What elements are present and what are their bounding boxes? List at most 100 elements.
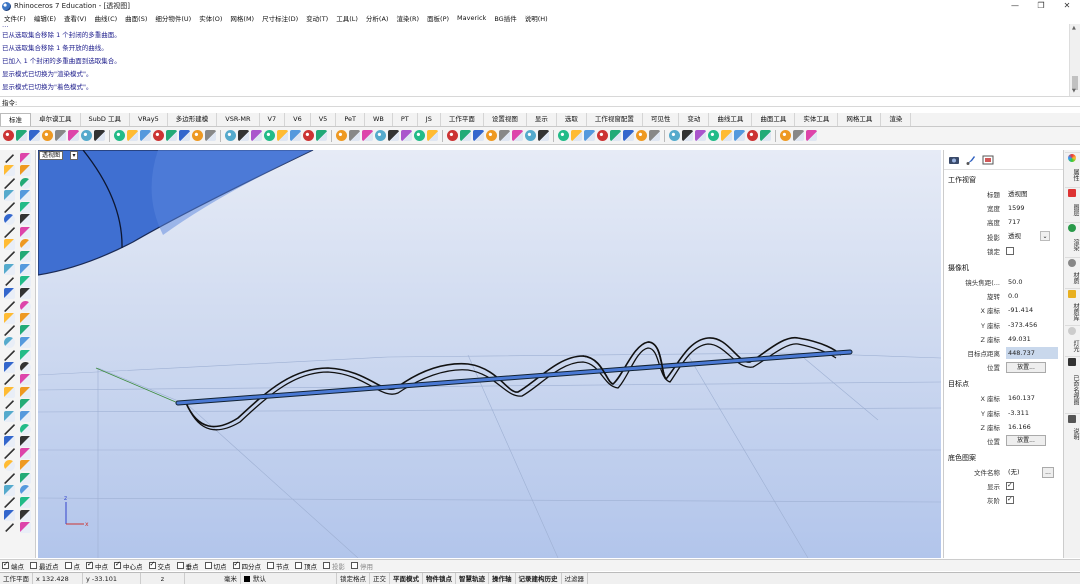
left-tool-icon[interactable]	[4, 362, 15, 374]
side-tab-named-views[interactable]: 已命名视图	[1065, 356, 1080, 412]
status-osnap[interactable]: 物件锁点	[423, 572, 456, 584]
toolbar-tool-icon[interactable]	[597, 130, 608, 141]
toolbar-tool-icon[interactable]	[127, 130, 138, 141]
tab-surface-tools[interactable]: 曲面工具	[752, 113, 796, 126]
toolbar-tool-icon[interactable]	[336, 130, 347, 141]
menu-view[interactable]: 查看(V)	[60, 13, 91, 23]
left-tool-icon[interactable]	[20, 275, 31, 287]
camera-x-field[interactable]: -91.414	[1006, 304, 1058, 316]
left-tool-icon[interactable]	[20, 226, 31, 238]
target-distance-field[interactable]: 448.737	[1006, 346, 1058, 359]
toolbar-tool-icon[interactable]	[264, 130, 275, 141]
left-tool-icon[interactable]	[4, 460, 15, 472]
toolbar-tool-icon[interactable]	[793, 130, 804, 141]
left-tool-icon[interactable]	[20, 386, 31, 398]
left-tool-icon[interactable]	[20, 398, 31, 410]
tab-js[interactable]: JS	[418, 113, 441, 126]
close-button[interactable]: ✕	[1054, 0, 1080, 12]
viewport-title-tab[interactable]: 透视图	[39, 151, 64, 160]
osnap-item[interactable]: 垂点	[176, 561, 199, 571]
tab-pt[interactable]: PT	[393, 113, 418, 126]
toolbar-tool-icon[interactable]	[290, 130, 301, 141]
projection-dropdown[interactable]: 透视 ⌄	[1006, 231, 1050, 242]
left-tool-icon[interactable]	[4, 312, 15, 324]
toolbar-tool-icon[interactable]	[388, 130, 399, 141]
toolbar-tool-icon[interactable]	[225, 130, 236, 141]
left-tool-icon[interactable]	[4, 485, 15, 497]
osnap-checkbox[interactable]	[64, 562, 72, 569]
toolbar-tool-icon[interactable]	[303, 130, 314, 141]
toolbar-tool-icon[interactable]	[16, 130, 27, 141]
left-tool-icon[interactable]	[4, 263, 15, 275]
toolbar-tool-icon[interactable]	[153, 130, 164, 141]
left-tool-icon[interactable]	[4, 153, 15, 164]
left-tool-icon[interactable]	[20, 189, 31, 201]
left-tool-icon[interactable]	[4, 386, 15, 398]
toolbar-tool-icon[interactable]	[375, 130, 386, 141]
toolbar-tool-icon[interactable]	[636, 130, 647, 141]
left-tool-icon[interactable]	[20, 165, 31, 177]
tab-v5[interactable]: V5	[311, 113, 337, 126]
menu-solid[interactable]: 实体(O)	[195, 13, 226, 23]
menu-subd[interactable]: 细分物件(U)	[151, 13, 195, 23]
toolbar-tool-icon[interactable]	[806, 130, 817, 141]
left-tool-icon[interactable]	[4, 411, 15, 423]
toolbar-tool-icon[interactable]	[94, 130, 105, 141]
toolbar-tool-icon[interactable]	[192, 130, 203, 141]
toolbar-tool-icon[interactable]	[734, 130, 745, 141]
toolbar-tool-icon[interactable]	[349, 130, 360, 141]
toolbar-tool-icon[interactable]	[486, 130, 497, 141]
menu-edit[interactable]: 编辑(E)	[30, 13, 60, 23]
left-tool-icon[interactable]	[20, 337, 31, 349]
locked-checkbox[interactable]	[1006, 246, 1014, 255]
left-tool-icon[interactable]	[4, 300, 15, 312]
tab-curve-tools[interactable]: 曲线工具	[709, 113, 753, 126]
left-tool-icon[interactable]	[20, 177, 31, 189]
minimize-button[interactable]: —	[1002, 0, 1028, 12]
left-tool-icon[interactable]	[4, 521, 15, 533]
left-tool-icon[interactable]	[20, 251, 31, 263]
left-tool-icon[interactable]	[4, 226, 15, 238]
osnap-checkbox[interactable]	[2, 560, 9, 569]
left-tool-icon[interactable]	[4, 398, 15, 410]
left-tool-icon[interactable]	[20, 521, 31, 533]
left-tool-icon[interactable]	[4, 472, 15, 484]
toolbar-tool-icon[interactable]	[277, 130, 288, 141]
status-gumball[interactable]: 操作轴	[489, 572, 516, 584]
left-tool-icon[interactable]	[4, 165, 15, 177]
left-tool-icon[interactable]	[20, 349, 31, 361]
status-record-history[interactable]: 记录建构历史	[516, 572, 562, 584]
toolbar-tool-icon[interactable]	[81, 130, 92, 141]
toolbar-tool-icon[interactable]	[747, 130, 758, 141]
tab-visibility[interactable]: 可见性	[643, 113, 680, 126]
left-tool-icon[interactable]	[4, 214, 15, 226]
toolbar-tool-icon[interactable]	[780, 130, 791, 141]
tab-vray5[interactable]: VRay5	[130, 113, 168, 126]
toolbar-tool-icon[interactable]	[166, 130, 177, 141]
osnap-checkbox[interactable]	[267, 562, 274, 569]
toolbar-tool-icon[interactable]	[695, 130, 706, 141]
left-tool-icon[interactable]	[4, 177, 15, 189]
osnap-item[interactable]: 交点	[148, 560, 171, 571]
menu-dimension[interactable]: 尺寸标注(D)	[258, 13, 302, 23]
menu-transform[interactable]: 变动(T)	[302, 13, 332, 23]
toolbar-tool-icon[interactable]	[205, 130, 216, 141]
toolbar-tool-icon[interactable]	[760, 130, 771, 141]
tab-display[interactable]: 显示	[527, 113, 557, 126]
menu-mesh[interactable]: 网格(M)	[226, 13, 258, 23]
toolbar-tool-icon[interactable]	[114, 130, 125, 141]
toolbar-tool-icon[interactable]	[649, 130, 660, 141]
osnap-item[interactable]: 中点	[86, 560, 108, 571]
tab-transform[interactable]: 变动	[679, 113, 710, 126]
toolbar-tool-icon[interactable]	[473, 130, 484, 141]
menu-maverick[interactable]: Maverick	[453, 14, 490, 22]
left-tool-icon[interactable]	[4, 509, 15, 521]
menu-help[interactable]: 说明(H)	[521, 13, 552, 23]
viewport-canvas[interactable]: z x	[38, 150, 941, 558]
tab-pet[interactable]: PeT	[336, 113, 365, 126]
tab-v6[interactable]: V6	[285, 113, 311, 126]
toolbar-tool-icon[interactable]	[251, 130, 262, 141]
scroll-down-icon[interactable]: ▼	[1072, 88, 1076, 94]
osnap-item[interactable]: 停用	[351, 561, 373, 571]
status-layer[interactable]: 默认	[241, 572, 337, 584]
